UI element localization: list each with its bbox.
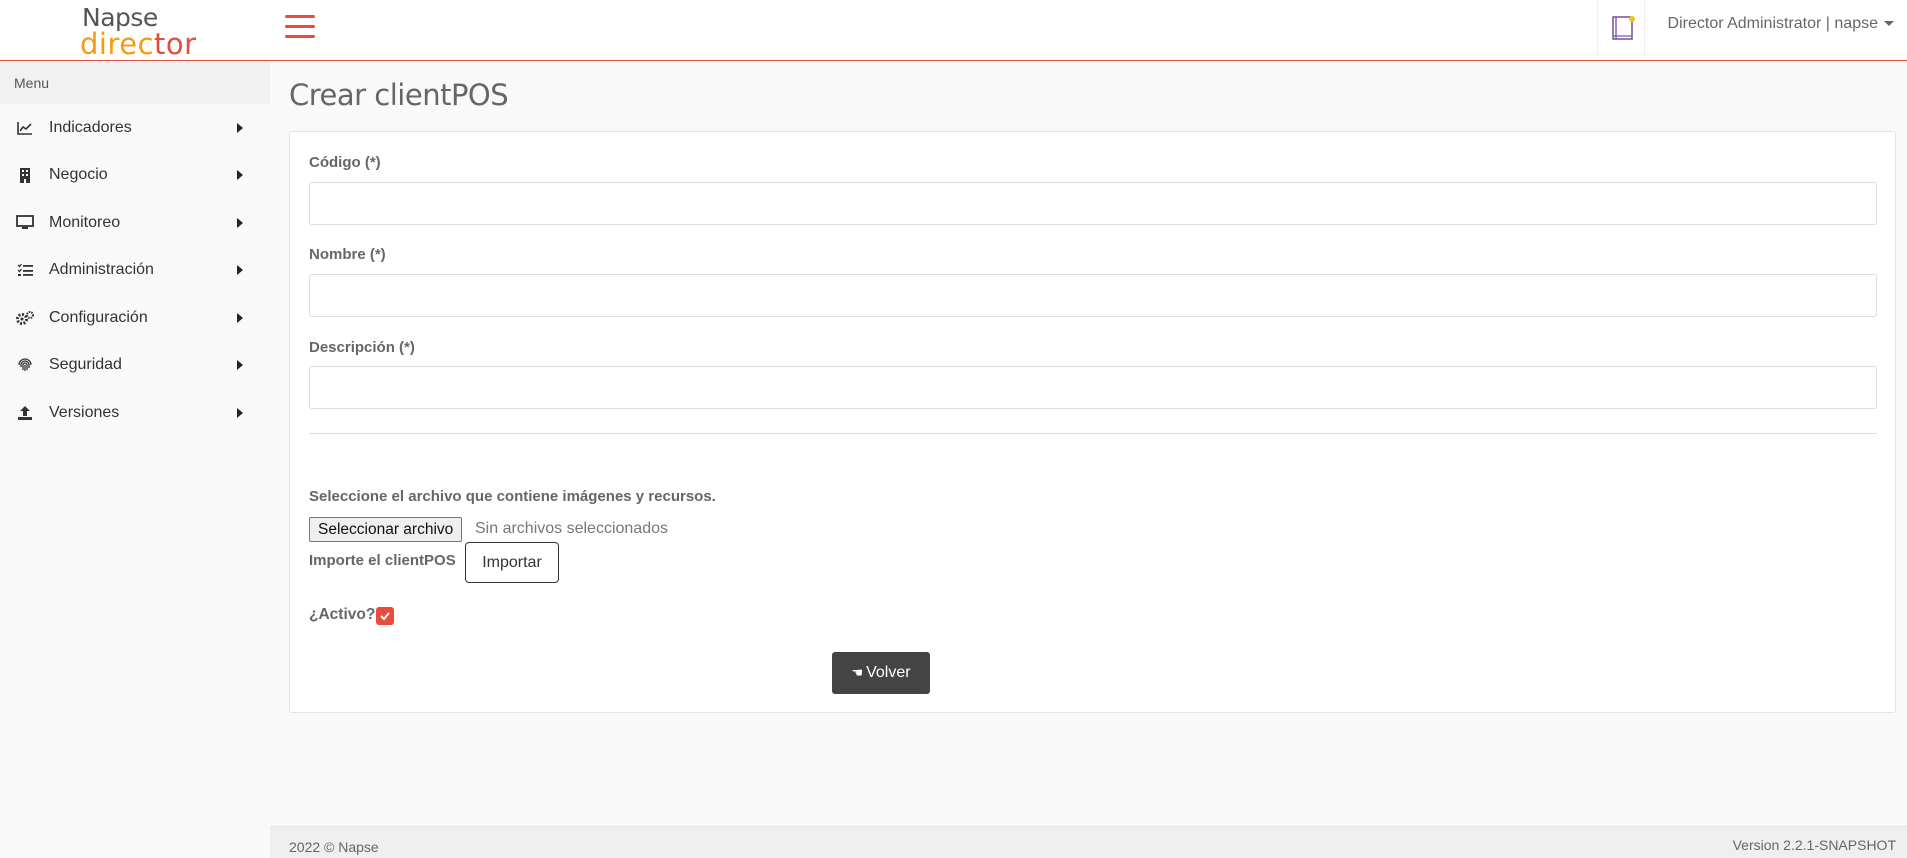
sidebar-item-label: Versiones — [49, 403, 120, 421]
sidebar: Menu Indicadores Negocio Monitoreo Admin… — [0, 62, 270, 858]
back-button-label: Volver — [866, 664, 911, 681]
sidebar-item-label: Configuración — [49, 308, 148, 326]
sidebar-item-monitoreo[interactable]: Monitoreo — [0, 199, 270, 247]
caret-right-icon — [237, 265, 243, 276]
notebook-icon — [1612, 16, 1635, 40]
sidebar-item-administracion[interactable]: Administración — [0, 247, 270, 295]
sidebar-item-versiones[interactable]: Versiones — [0, 389, 270, 437]
page-title: Crear clientPOS — [289, 78, 509, 112]
back-button[interactable]: ☚ Volver — [832, 652, 930, 694]
caret-down-icon — [1884, 21, 1894, 27]
import-label: Importe el clientPOS — [309, 552, 456, 569]
import-button[interactable]: Importar — [465, 542, 559, 583]
chart-line-icon — [15, 118, 35, 138]
active-checkbox[interactable] — [376, 607, 394, 625]
divider — [309, 433, 1877, 434]
user-name: Director Administrator | napse — [1667, 15, 1878, 32]
building-icon — [15, 165, 35, 185]
caret-right-icon — [237, 407, 243, 418]
descripcion-label: Descripción (*) — [309, 339, 415, 356]
logo-line2: director — [80, 27, 197, 61]
caret-right-icon — [237, 312, 243, 323]
sidebar-item-configuracion[interactable]: Configuración — [0, 294, 270, 342]
hamburger-icon[interactable] — [285, 15, 317, 41]
codigo-label: Código (*) — [309, 154, 381, 171]
select-file-button[interactable]: Seleccionar archivo — [309, 517, 463, 542]
sidebar-item-label: Seguridad — [49, 356, 122, 374]
monitor-icon — [15, 213, 35, 233]
sidebar-item-negocio[interactable]: Negocio — [0, 152, 270, 200]
fingerprint-icon — [15, 355, 35, 375]
descripcion-input[interactable] — [309, 366, 1877, 409]
tasks-list-icon — [15, 260, 35, 280]
caret-right-icon — [237, 170, 243, 181]
file-instructions: Seleccione el archivo que contiene imáge… — [309, 488, 716, 505]
footer: 2022 © Napse Version 2.2.1-SNAPSHOT — [270, 826, 1907, 858]
caret-right-icon — [237, 217, 243, 228]
codigo-input[interactable] — [309, 182, 1877, 225]
check-icon — [380, 612, 390, 621]
caret-right-icon — [237, 360, 243, 371]
user-dropdown[interactable]: Director Administrator | napse — [1668, 15, 1894, 33]
version-text: Version 2.2.1-SNAPSHOT — [1732, 837, 1896, 853]
napse-director-logo[interactable]: Napse director — [80, 3, 196, 61]
create-clientpos-form: Código (*) Nombre (*) Descripción (*) Se… — [289, 131, 1896, 713]
active-label: ¿Activo? — [309, 606, 376, 623]
sidebar-item-indicadores[interactable]: Indicadores — [0, 104, 270, 152]
nombre-label: Nombre (*) — [309, 246, 386, 263]
upload-icon — [15, 403, 35, 423]
hand-pointing-left-icon: ☚ — [851, 665, 864, 680]
sidebar-item-label: Indicadores — [49, 118, 132, 136]
sidebar-item-label: Negocio — [49, 166, 108, 184]
top-navbar: Napse director Director Administrator | … — [0, 0, 1907, 61]
notebook-button[interactable] — [1597, 0, 1645, 56]
gears-icon — [15, 308, 35, 328]
sidebar-item-label: Administración — [49, 261, 154, 279]
sidebar-heading: Menu — [0, 62, 270, 104]
sidebar-item-label: Monitoreo — [49, 213, 121, 231]
file-status: Sin archivos seleccionados — [475, 520, 668, 537]
copyright: 2022 © Napse — [289, 839, 379, 855]
caret-right-icon — [237, 122, 243, 133]
sidebar-item-seguridad[interactable]: Seguridad — [0, 342, 270, 390]
nombre-input[interactable] — [309, 274, 1877, 317]
